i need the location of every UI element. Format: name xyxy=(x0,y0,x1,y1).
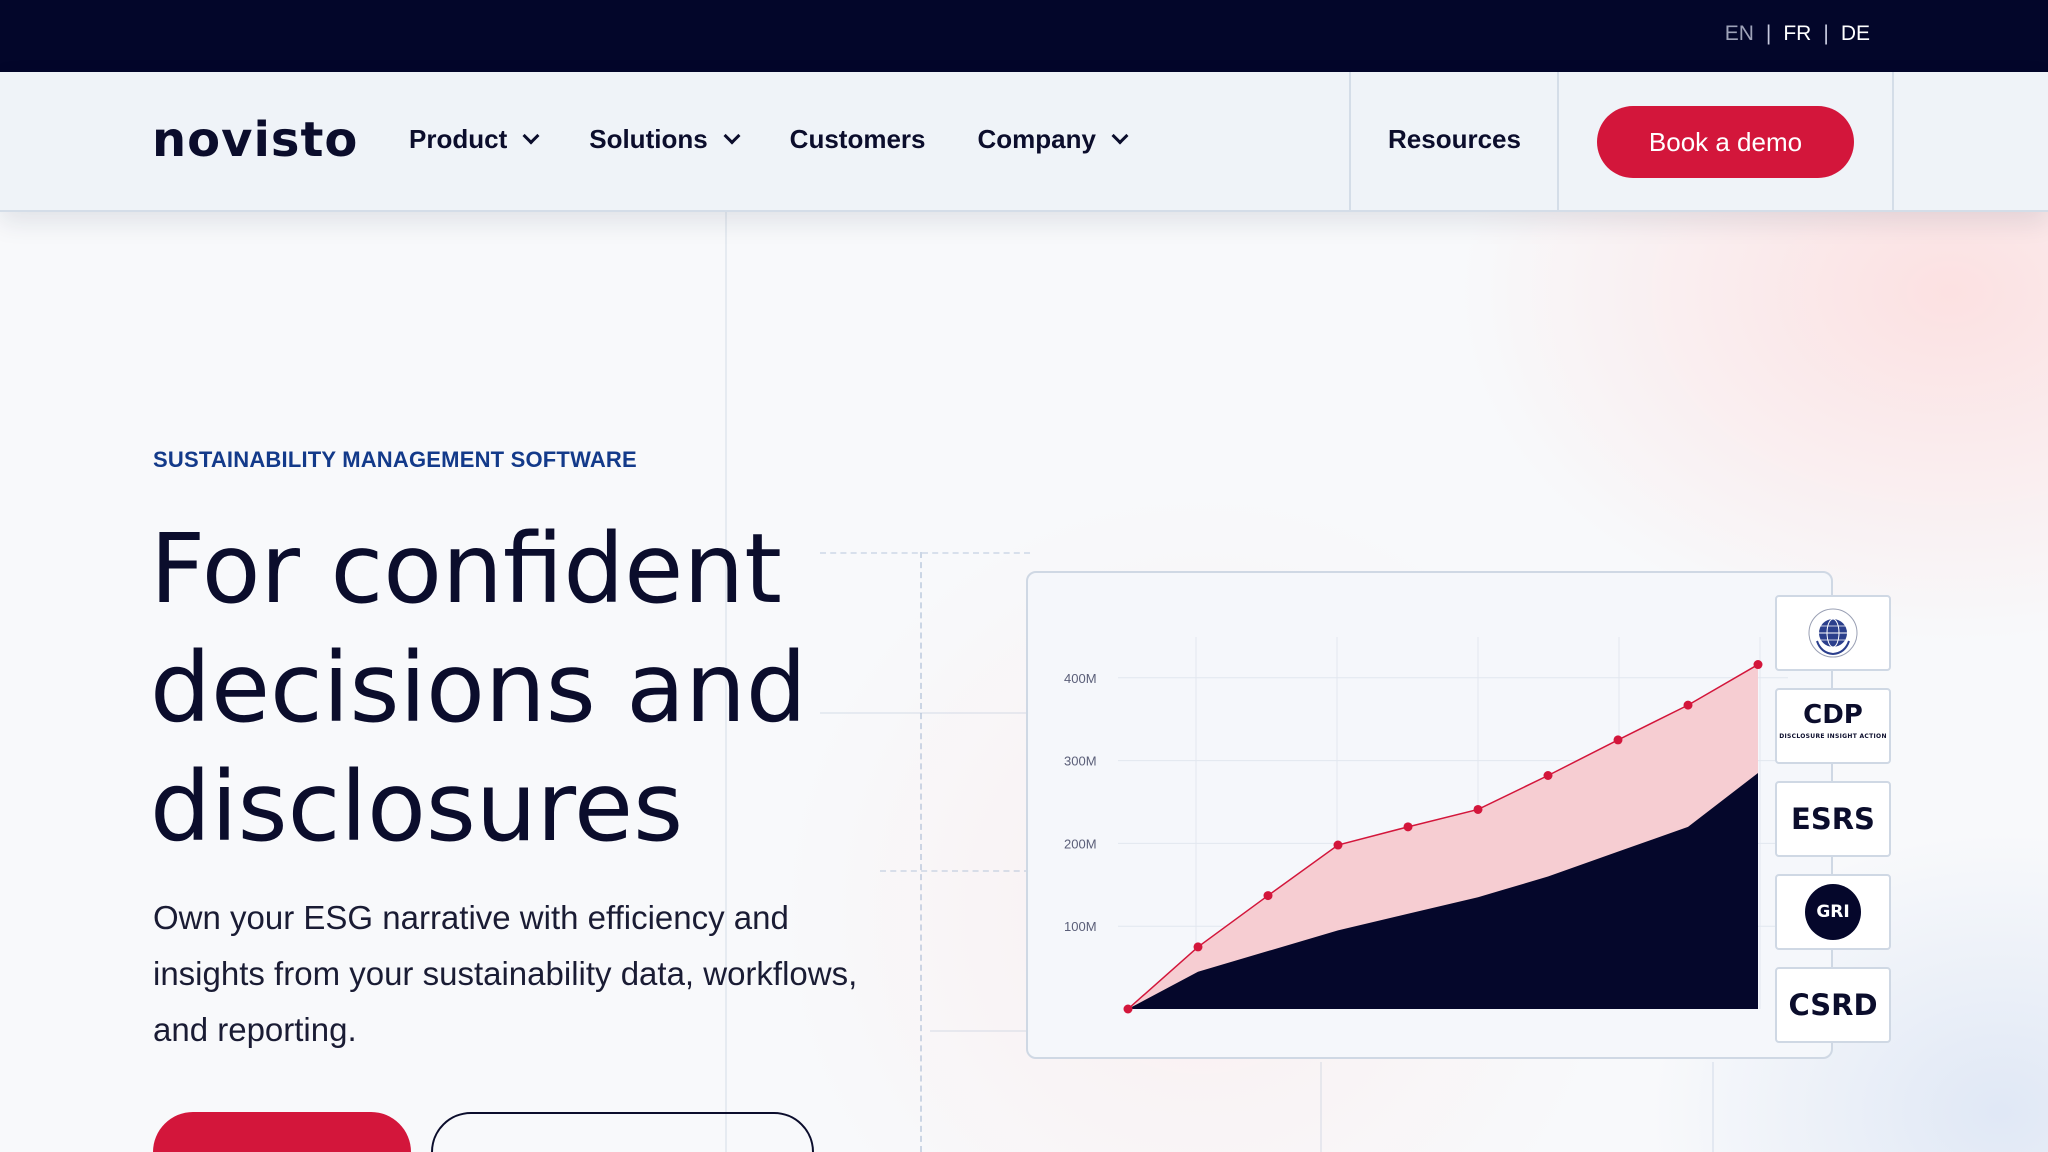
grid-line xyxy=(1320,1062,1322,1152)
growth-area-chart: 100M 200M 300M 400M xyxy=(1064,637,1788,1014)
hero-book-demo-button[interactable]: Book a demo xyxy=(153,1112,411,1152)
data-point xyxy=(1403,822,1413,832)
main-navigation: novisto Product Solutions Customers Comp… xyxy=(0,72,2048,212)
chevron-down-icon xyxy=(723,127,741,144)
nav-item-label: Solutions xyxy=(589,124,708,154)
cdp-tagline: DISCLOSURE INSIGHT ACTION xyxy=(1779,733,1887,740)
novisto-logo[interactable]: novisto xyxy=(152,112,358,168)
badge-cdp: CDP DISCLOSURE INSIGHT ACTION xyxy=(1775,688,1891,764)
nav-item-customers[interactable]: Customers xyxy=(790,124,926,155)
data-point xyxy=(1473,804,1483,814)
data-point xyxy=(1613,735,1623,745)
data-point xyxy=(1753,660,1763,670)
lang-separator: | xyxy=(1823,22,1829,45)
nav-menu: Product Solutions Customers Company xyxy=(409,124,1178,155)
download-brochure-button[interactable]: Download our brochure xyxy=(431,1112,814,1152)
nav-divider xyxy=(1892,72,1894,212)
nav-divider xyxy=(1349,72,1351,212)
nav-item-label: Customers xyxy=(789,124,926,154)
y-tick-label: 200M xyxy=(1064,836,1097,851)
language-bar: EN | FR | DE xyxy=(0,0,2048,72)
lang-separator: | xyxy=(1765,22,1772,45)
data-point xyxy=(1543,771,1553,781)
lang-de-link[interactable]: DE xyxy=(1841,22,1870,46)
book-demo-button[interactable]: Book a demo xyxy=(1597,106,1854,178)
esrs-label: ESRS xyxy=(1791,802,1875,836)
dashed-guide xyxy=(880,870,1030,872)
hero-headline: For confident decisions and disclosures xyxy=(150,510,910,867)
badge-csrd: CSRD xyxy=(1775,967,1891,1043)
csrd-label: CSRD xyxy=(1788,988,1878,1022)
grid-line xyxy=(1712,1062,1714,1152)
grid-line xyxy=(930,1030,1030,1032)
headline-line: disclosures xyxy=(150,751,684,863)
badge-gri: GRI xyxy=(1775,874,1891,950)
y-tick-label: 300M xyxy=(1064,754,1097,769)
gri-logo: GRI xyxy=(1805,884,1861,940)
dashed-guide xyxy=(920,552,922,1152)
nav-item-company[interactable]: Company xyxy=(977,124,1129,155)
nav-divider xyxy=(1557,72,1559,212)
language-switcher: EN | FR | DE xyxy=(1725,22,1870,46)
cdp-label: CDP xyxy=(1803,700,1863,730)
hero-subtext: Own your ESG narrative with efficiency a… xyxy=(153,899,858,1048)
headline-line: For confident xyxy=(150,513,782,625)
chevron-down-icon xyxy=(1111,127,1129,144)
chevron-down-icon xyxy=(522,127,540,144)
framework-badges: CDP DISCLOSURE INSIGHT ACTION ESRS GRI C… xyxy=(1775,595,1891,1060)
nav-item-resources[interactable]: Resources xyxy=(1388,124,1521,155)
badge-un-global-compact xyxy=(1775,595,1891,671)
data-point xyxy=(1123,1004,1133,1014)
nav-item-product[interactable]: Product xyxy=(409,124,540,155)
y-tick-label: 400M xyxy=(1064,671,1097,686)
gri-label: GRI xyxy=(1816,902,1850,922)
nav-item-label: Company xyxy=(977,124,1096,154)
nav-item-solutions[interactable]: Solutions xyxy=(589,124,741,155)
lang-en-link[interactable]: EN xyxy=(1725,22,1754,46)
data-point xyxy=(1683,700,1693,710)
data-point xyxy=(1263,891,1273,901)
headline-line: decisions and xyxy=(150,632,807,744)
hero-eyebrow: SUSTAINABILITY MANAGEMENT SOFTWARE xyxy=(153,447,637,472)
data-point xyxy=(1193,942,1203,952)
data-point xyxy=(1333,840,1343,850)
badge-esrs: ESRS xyxy=(1775,781,1891,857)
nav-item-label: Product xyxy=(409,124,508,154)
y-tick-label: 100M xyxy=(1064,919,1097,934)
lang-fr-link[interactable]: FR xyxy=(1783,22,1811,46)
un-global-compact-icon xyxy=(1808,608,1858,658)
chart-card: 100M 200M 300M 400M xyxy=(1026,571,1833,1059)
